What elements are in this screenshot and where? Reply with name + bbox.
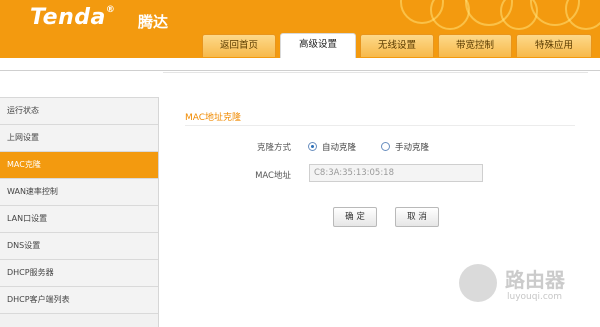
- tab-special-apps[interactable]: 特殊应用: [516, 34, 592, 57]
- auto-clone-label[interactable]: 自动克隆: [322, 141, 356, 153]
- sidebar-item-mac-clone[interactable]: MAC克隆: [0, 152, 158, 179]
- watermark-logo-icon: [459, 264, 497, 302]
- mac-address-label: MAC地址: [255, 171, 291, 181]
- sidebar-item-dhcp-clients[interactable]: DHCP客户端列表: [0, 287, 158, 314]
- manual-clone-label[interactable]: 手动克隆: [395, 141, 429, 153]
- sidebar-item-dhcp-server[interactable]: DHCP服务器: [0, 260, 158, 287]
- sub-header-bar: [0, 58, 600, 71]
- sidebar-item-status[interactable]: 运行状态: [0, 98, 158, 125]
- watermark: 路由器 luyouqi.com: [455, 262, 585, 310]
- tab-wireless-settings[interactable]: 无线设置: [360, 34, 434, 57]
- section-divider: [185, 125, 575, 126]
- tab-bandwidth-control[interactable]: 带宽控制: [438, 34, 512, 57]
- logo-cn-text: 腾达: [138, 13, 169, 31]
- section-title: MAC地址克隆: [185, 113, 242, 123]
- header-bar: Tenda® 腾达 返回首页 高级设置 无线设置 带宽控制 特殊应用: [0, 0, 600, 59]
- tab-advanced-settings[interactable]: 高级设置: [280, 33, 356, 59]
- watermark-url: luyouqi.com: [507, 292, 563, 302]
- sidebar-item-lan[interactable]: LAN口设置: [0, 206, 158, 233]
- logo-text: Tenda: [30, 5, 106, 30]
- sidebar-item-dns[interactable]: DNS设置: [0, 233, 158, 260]
- auto-clone-radio[interactable]: [308, 142, 317, 151]
- manual-clone-radio[interactable]: [381, 142, 390, 151]
- cancel-button[interactable]: 取 消: [395, 207, 439, 227]
- sidebar-item-internet[interactable]: 上网设置: [0, 125, 158, 152]
- mac-address-field[interactable]: C8:3A:35:13:05:18: [309, 164, 483, 182]
- confirm-button[interactable]: 确 定: [333, 207, 377, 227]
- tab-home[interactable]: 返回首页: [202, 34, 276, 57]
- clone-mode-label: 克隆方式: [256, 143, 291, 153]
- watermark-text: 路由器: [505, 268, 565, 292]
- tenda-logo: Tenda®: [30, 5, 116, 30]
- sidebar-item-wan-rate[interactable]: WAN速率控制: [0, 179, 158, 206]
- sidebar: 运行状态 上网设置 MAC克隆 WAN速率控制 LAN口设置 DNS设置 DHC…: [0, 97, 159, 327]
